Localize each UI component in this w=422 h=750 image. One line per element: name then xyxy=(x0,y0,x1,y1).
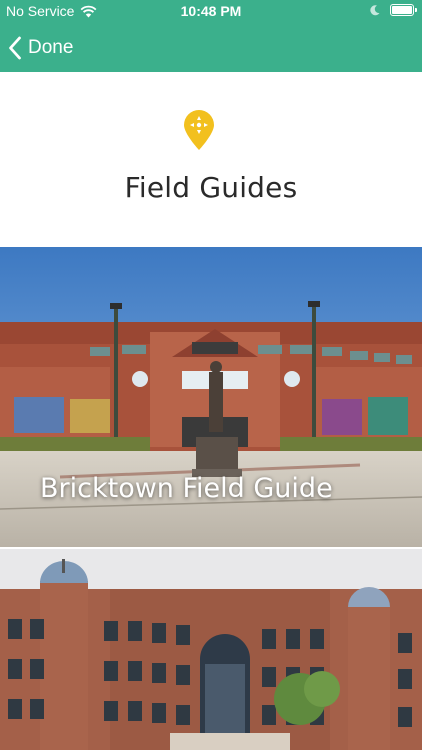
chevron-left-icon xyxy=(9,36,21,60)
status-right xyxy=(370,4,417,16)
card-title: Bricktown Field Guide xyxy=(40,473,333,504)
top-bar: No Service 10:48 PM Done xyxy=(0,0,422,72)
page-title: Field Guides xyxy=(124,171,298,204)
page-header: Field Guides xyxy=(0,72,422,247)
status-bar: No Service 10:48 PM xyxy=(0,0,422,24)
done-label: Done xyxy=(28,37,74,58)
brick-building-photo xyxy=(0,549,422,750)
moon-icon xyxy=(370,4,380,15)
status-time: 10:48 PM xyxy=(180,3,242,19)
battery-icon xyxy=(390,4,417,16)
navigation-bar: Done xyxy=(0,28,73,68)
map-pin-icon xyxy=(184,110,214,150)
field-guide-card-bricktown[interactable]: Bricktown Field Guide xyxy=(0,247,422,547)
done-button[interactable]: Done xyxy=(0,36,73,60)
field-guide-card-2[interactable] xyxy=(0,549,422,750)
